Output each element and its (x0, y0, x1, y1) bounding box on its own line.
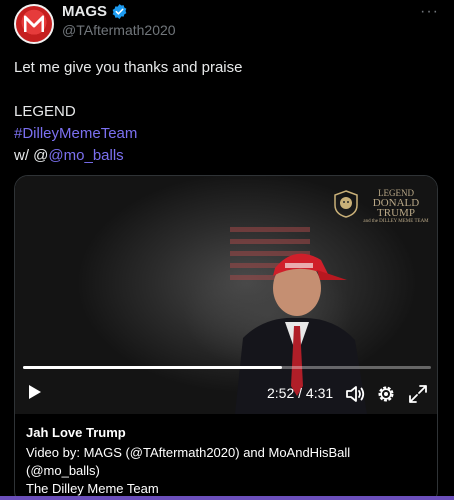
video-progress-bar[interactable] (23, 366, 431, 369)
tweet-line-1: Let me give you thanks and praise (14, 59, 243, 76)
video-progress-fill (23, 366, 282, 369)
play-icon[interactable] (28, 384, 42, 400)
with-prefix: w/ @ (14, 147, 49, 164)
tweet-text: Let me give you thanks and praise LEGEND… (14, 57, 242, 167)
video-credit-line-1: Video by: MAGS (@TAftermath2020) and MoA… (26, 445, 351, 460)
video-info: Jah Love Trump Video by: MAGS (@TAfterma… (26, 424, 426, 498)
tweet-line-2: LEGEND (14, 103, 76, 120)
watermark-team: and the DILLEY MEME TEAM (363, 219, 429, 224)
fullscreen-icon[interactable] (408, 384, 428, 404)
more-options-icon[interactable]: ··· (420, 3, 439, 21)
author-row: MAGS (62, 3, 128, 20)
watermark-name: DONALD TRUMP (372, 197, 420, 219)
accent-bar (0, 496, 454, 500)
avatar[interactable] (14, 4, 54, 44)
m-logo-icon (24, 15, 44, 32)
mention-link[interactable]: @mo_balls (48, 147, 123, 164)
tweet-mention-line: w/ @@mo_balls (14, 145, 242, 167)
lion-crest-icon (334, 190, 358, 218)
video-card[interactable]: LEGEND DONALD TRUMP and the DILLEY MEME … (14, 175, 438, 500)
settings-icon[interactable] (376, 384, 396, 404)
verified-badge-icon (112, 4, 127, 19)
author-handle[interactable]: @TAftermath2020 (62, 22, 176, 38)
video-player[interactable]: LEGEND DONALD TRUMP and the DILLEY MEME … (15, 176, 437, 414)
volume-icon[interactable] (345, 384, 365, 404)
author-name[interactable]: MAGS (62, 3, 107, 20)
hashtag-link[interactable]: #DilleyMemeTeam (14, 123, 242, 145)
video-time: 2:52 / 4:31 (267, 385, 334, 401)
legend-watermark: LEGEND DONALD TRUMP and the DILLEY MEME … (333, 186, 433, 226)
video-title: Jah Love Trump (26, 425, 126, 440)
video-credit-line-2: (@mo_balls) (26, 463, 100, 478)
